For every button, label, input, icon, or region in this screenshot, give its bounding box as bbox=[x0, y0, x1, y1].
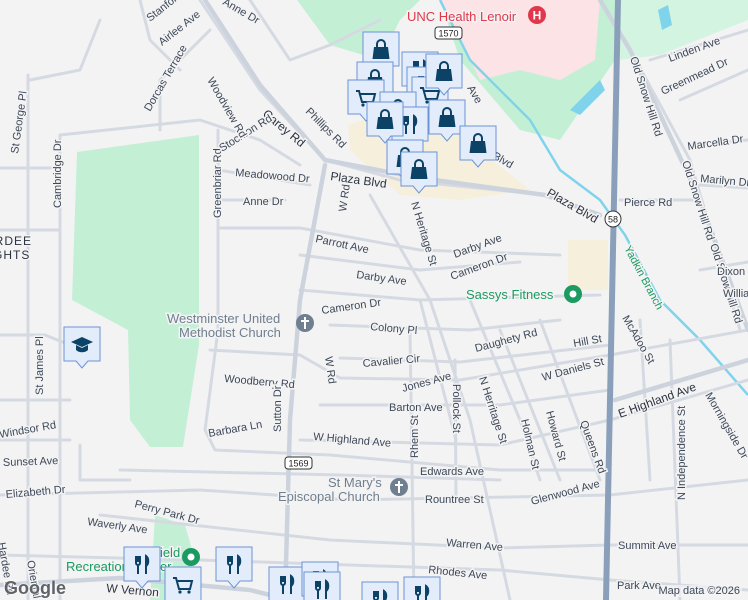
marker-restaurant[interactable] bbox=[303, 571, 341, 600]
street-label: Plaza Blvd bbox=[545, 185, 601, 225]
street-label: Queens Rd bbox=[577, 419, 607, 475]
neighborhood-label: HARDEE HEIGHTS bbox=[0, 233, 33, 264]
svg-text:HARDEE: HARDEE bbox=[0, 234, 32, 248]
poi-sassys-fitness[interactable]: Sassys Fitness bbox=[465, 285, 582, 304]
svg-text:Episcopal Church: Episcopal Church bbox=[278, 489, 380, 504]
street-label: Colony Pl bbox=[370, 321, 418, 337]
street-label: Dorcas Terrace bbox=[142, 43, 190, 113]
google-logo: Google bbox=[4, 578, 66, 598]
street-label: St James Pl bbox=[34, 336, 46, 395]
street-label: Old Snow Hill Rd bbox=[707, 242, 744, 325]
street-label: Dixon bbox=[717, 266, 745, 278]
street-label: Anne Dr bbox=[243, 196, 284, 208]
street-label: Woodberry Rd bbox=[224, 373, 295, 391]
street-label: Anne Dr bbox=[221, 0, 262, 27]
street-label: Meadowood Dr bbox=[235, 167, 311, 185]
street-label: Old Snow Hill Rd bbox=[627, 55, 664, 138]
street-label: Summit Ave bbox=[618, 540, 677, 552]
street-label: Park Ave bbox=[617, 580, 661, 592]
street-label: McAdoo St bbox=[619, 314, 656, 367]
svg-text:1570: 1570 bbox=[438, 29, 458, 39]
svg-text:H: H bbox=[533, 9, 542, 23]
street-label: Edwards Ave bbox=[420, 466, 484, 478]
street-label: N Independence St bbox=[676, 406, 688, 500]
street-label: W Rd bbox=[322, 356, 338, 385]
street-label: Elizabeth Dr bbox=[5, 484, 66, 501]
map-attribution[interactable]: Map data ©2026 bbox=[656, 585, 742, 597]
park-area bbox=[72, 135, 199, 447]
svg-text:1569: 1569 bbox=[288, 459, 308, 469]
svg-text:58: 58 bbox=[608, 215, 618, 225]
shopping-area bbox=[568, 240, 608, 290]
street-label: Marcella Dr bbox=[687, 133, 745, 153]
map-canvas[interactable]: Carey Rd Plaza Blvd Plaza Blvd Blvd Phil… bbox=[0, 0, 748, 600]
svg-text:Methodist Church: Methodist Church bbox=[179, 325, 281, 340]
street-label: Warren Ave bbox=[446, 537, 504, 554]
route-shield-1569: 1569 bbox=[284, 456, 313, 470]
marker-shopping-cart[interactable] bbox=[164, 566, 202, 600]
street-label: Cambridge Dr bbox=[52, 139, 64, 208]
street-label: Cameron Dr bbox=[321, 297, 382, 317]
street-label: Pollock St bbox=[450, 384, 462, 433]
marker-restaurant[interactable] bbox=[403, 576, 441, 600]
route-shield-58: 58 bbox=[604, 210, 622, 228]
svg-text:HEIGHTS: HEIGHTS bbox=[0, 248, 30, 262]
street-label: W Rd bbox=[337, 184, 353, 213]
street-label: Greenbriar Rd bbox=[212, 148, 224, 218]
street-label: Sutton Dr bbox=[272, 385, 284, 432]
street-label: W Highland Ave bbox=[313, 431, 392, 450]
street-label: Rhem St bbox=[409, 415, 421, 458]
street-label: Darby Ave bbox=[356, 269, 408, 288]
street-label: Willia bbox=[723, 288, 748, 300]
street-label: Pierce Rd bbox=[624, 197, 672, 209]
svg-text:Westminster United: Westminster United bbox=[167, 311, 280, 326]
street-label: Howard St bbox=[543, 410, 568, 463]
street-label: Glenwood Ave bbox=[530, 478, 601, 508]
street-label: Barton Ave bbox=[389, 402, 443, 414]
poi-westminster-church[interactable]: Westminster United Methodist Church bbox=[166, 310, 314, 342]
stream-label: Yadkin Branch bbox=[621, 244, 665, 312]
street-label: Morningside Dr bbox=[702, 391, 748, 462]
street-label: Ave bbox=[464, 84, 484, 106]
marker-restaurant[interactable] bbox=[361, 581, 399, 600]
svg-text:UNC Health Lenoir: UNC Health Lenoir bbox=[407, 9, 517, 24]
street-label: Sunset Ave bbox=[3, 455, 59, 469]
marker-restaurant[interactable] bbox=[268, 566, 306, 600]
street-label: Rountree St bbox=[425, 494, 484, 506]
marker-restaurant[interactable] bbox=[215, 546, 253, 589]
svg-text:Sassys Fitness: Sassys Fitness bbox=[466, 287, 554, 302]
svg-text:St Mary's: St Mary's bbox=[328, 475, 382, 490]
route-shield-1570: 1570 bbox=[434, 26, 463, 40]
street-label: Barbara Ln bbox=[207, 419, 263, 440]
street-label: N Heritage St bbox=[408, 200, 439, 267]
marker-school[interactable] bbox=[63, 326, 101, 369]
